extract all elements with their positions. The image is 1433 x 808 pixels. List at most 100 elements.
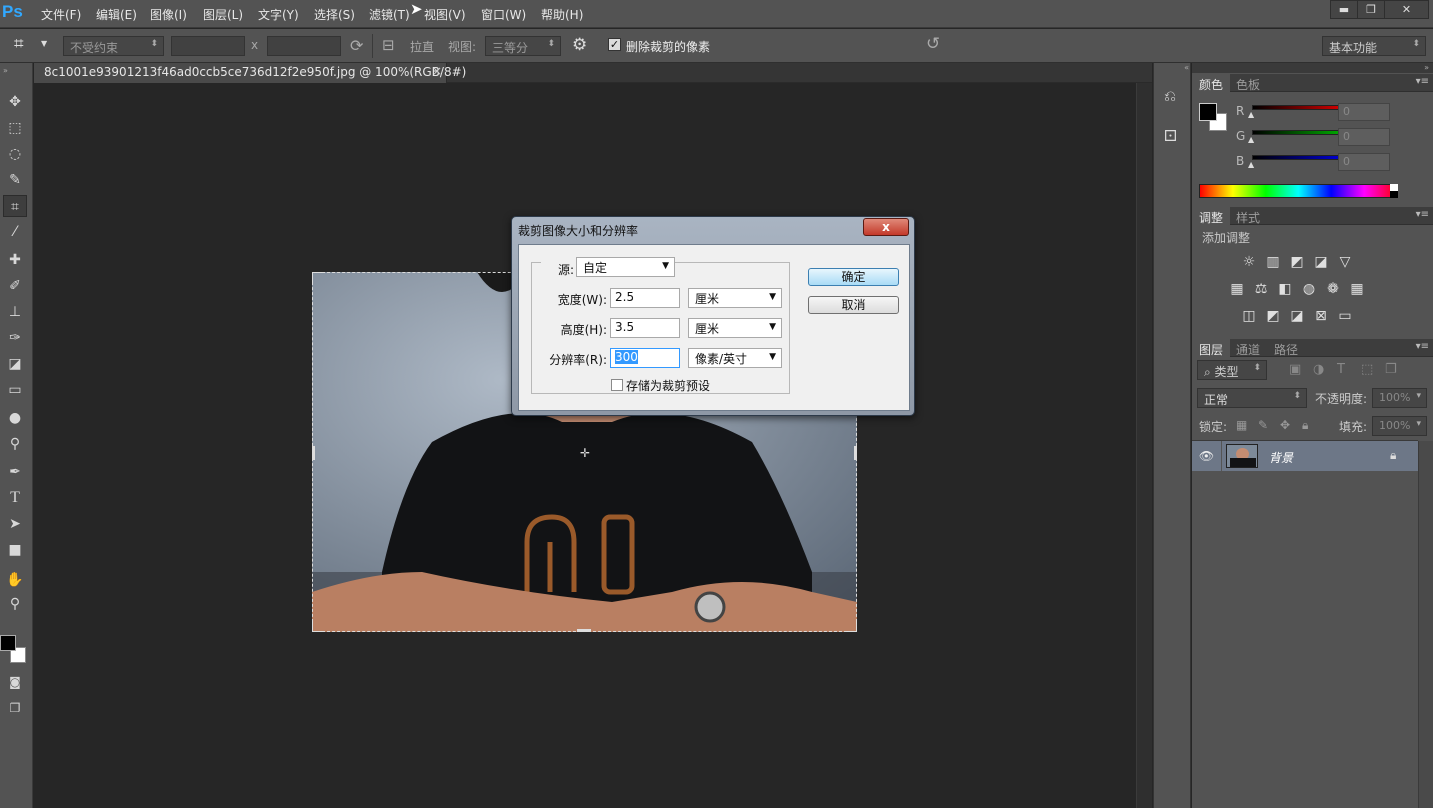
quick-mask-icon[interactable]: ◙ — [3, 671, 27, 693]
threshold-icon[interactable]: ◪ — [1287, 307, 1307, 325]
shape-tool-icon[interactable]: ■ — [3, 539, 27, 561]
quick-select-tool-icon[interactable]: ✎ — [3, 169, 27, 191]
crop-tool-icon[interactable]: ⌗ — [3, 195, 27, 217]
crop-handle-right[interactable] — [854, 446, 857, 460]
crop-handle-bottom-right[interactable] — [846, 621, 857, 632]
clone-stamp-icon[interactable]: ⊥ — [3, 301, 27, 323]
menu-type[interactable]: 文字(Y) — [258, 6, 299, 23]
vibrance-icon[interactable]: ▽ — [1335, 253, 1355, 271]
crop-handle-bottom[interactable] — [577, 629, 591, 632]
gradient-tool-icon[interactable]: ▭ — [3, 379, 27, 401]
selective-color-icon[interactable]: ⊠ — [1311, 307, 1331, 325]
menu-select[interactable]: 选择(S) — [314, 6, 355, 23]
color-lookup-icon[interactable]: ▦ — [1347, 280, 1367, 298]
lock-position-icon[interactable]: ✥ — [1280, 418, 1290, 432]
posterize-icon[interactable]: ◩ — [1263, 307, 1283, 325]
dodge-tool-icon[interactable]: ⚲ — [3, 433, 27, 455]
color-balance-icon[interactable]: ⚖ — [1251, 280, 1271, 298]
exposure-icon[interactable]: ◪ — [1311, 253, 1331, 271]
invert-icon[interactable]: ◫ — [1239, 307, 1259, 325]
move-tool-icon[interactable]: ✥ — [3, 91, 27, 113]
layers-scrollbar[interactable] — [1418, 441, 1433, 808]
tab-color[interactable]: 颜色 — [1192, 74, 1231, 92]
vertical-scrollbar[interactable] — [1136, 83, 1152, 808]
resolution-unit-select[interactable]: 像素/英寸 ▼ — [688, 348, 782, 368]
lock-all-icon[interactable]: 🔒︎ — [1302, 418, 1308, 433]
collapse-icon[interactable]: « — [1157, 63, 1189, 73]
eyedropper-tool-icon[interactable]: ⁄ — [3, 221, 27, 243]
cancel-button[interactable]: 取消 — [808, 296, 899, 314]
dialog-close-button[interactable]: x — [863, 218, 909, 236]
slider-thumb-icon[interactable]: ▲ — [1248, 110, 1254, 119]
height-input[interactable]: 3.5 — [610, 318, 680, 338]
save-preset-checkbox[interactable] — [611, 379, 623, 391]
eye-icon[interactable]: 👁︎ — [1192, 441, 1222, 471]
gear-icon[interactable]: ⚙ — [572, 35, 587, 55]
filter-type-icon[interactable]: T — [1337, 362, 1345, 377]
expand-icon[interactable]: » — [1424, 63, 1429, 72]
view-overlay-select[interactable]: 三等分 ⬍ — [485, 36, 561, 56]
menu-file[interactable]: 文件(F) — [41, 6, 81, 23]
blur-tool-icon[interactable]: ● — [3, 407, 27, 429]
properties-panel-icon[interactable]: ⚀ — [1164, 127, 1177, 145]
menu-edit[interactable]: 编辑(E) — [96, 6, 137, 23]
workspace-select[interactable]: 基本功能 ⬍ — [1322, 36, 1426, 56]
filter-pixel-icon[interactable]: ▣ — [1289, 362, 1301, 377]
screen-mode-icon[interactable]: ❐ — [3, 697, 27, 719]
tab-styles[interactable]: 样式 — [1229, 207, 1267, 225]
filter-adjustment-icon[interactable]: ◑ — [1313, 362, 1324, 377]
ratio-select[interactable]: 不受约束 ⬍ — [63, 36, 164, 56]
marquee-tool-icon[interactable]: ⬚ — [3, 117, 27, 139]
height-unit-select[interactable]: 厘米 ▼ — [688, 318, 782, 338]
channel-r-value[interactable]: 0 — [1338, 103, 1390, 121]
channel-mixer-icon[interactable]: ❁ — [1323, 280, 1343, 298]
eraser-tool-icon[interactable]: ◪ — [3, 353, 27, 375]
brush-tool-icon[interactable]: ✐ — [3, 275, 27, 297]
zoom-tool-icon[interactable]: ⚲ — [3, 593, 27, 615]
channel-b-value[interactable]: 0 — [1338, 153, 1390, 171]
type-tool-icon[interactable]: T — [3, 487, 27, 509]
hand-tool-icon[interactable]: ✋ — [3, 569, 27, 591]
panel-menu-icon[interactable]: ▾≡ — [1416, 76, 1429, 87]
fill-input[interactable]: 100% ▾ — [1372, 416, 1427, 436]
document-tab[interactable]: 8c1001e93901213f46ad0ccb5ce736d12f2e950f… — [34, 63, 466, 83]
menu-view[interactable]: 视图(V) — [424, 6, 466, 23]
opacity-input[interactable]: 100% ▾ — [1372, 388, 1427, 408]
reset-icon[interactable]: ↺ — [926, 34, 940, 54]
source-select[interactable]: 自定 ▼ — [576, 257, 675, 277]
tab-layers[interactable]: 图层 — [1192, 339, 1231, 357]
healing-brush-icon[interactable]: ✚ — [3, 249, 27, 271]
crop-handle-top-left[interactable] — [312, 272, 323, 283]
brightness-contrast-icon[interactable]: ☼ — [1239, 253, 1259, 271]
crop-handle-bottom-left[interactable] — [312, 621, 323, 632]
resolution-input[interactable]: 300 — [610, 348, 680, 368]
foreground-swatch[interactable] — [1199, 103, 1217, 121]
crop-height-input[interactable] — [267, 36, 341, 56]
layer-filter-select[interactable]: ⌕ 类型 ⬍ — [1197, 360, 1267, 380]
foreground-color-swatch-top[interactable] — [0, 635, 16, 651]
chevron-down-icon[interactable]: ▼ — [41, 39, 47, 48]
gradient-map-icon[interactable]: ▭ — [1335, 307, 1355, 325]
layer-row[interactable]: 👁︎ 背景 🔒︎ — [1192, 441, 1418, 471]
menu-image[interactable]: 图像(I) — [150, 6, 187, 23]
crop-tool-icon[interactable]: ⌗ — [14, 34, 24, 54]
width-input[interactable]: 2.5 — [610, 288, 680, 308]
swap-dimensions-icon[interactable]: ⟳ — [350, 36, 363, 55]
spectrum-black-chip[interactable] — [1390, 191, 1398, 198]
panel-menu-icon[interactable]: ▾≡ — [1416, 341, 1429, 352]
menu-help[interactable]: 帮助(H) — [541, 6, 583, 23]
minimize-button[interactable]: ▬ — [1330, 0, 1358, 19]
layer-name[interactable]: 背景 — [1269, 449, 1293, 466]
lock-transparent-icon[interactable]: ▦ — [1236, 418, 1247, 432]
menu-window[interactable]: 窗口(W) — [481, 6, 526, 23]
tab-swatches[interactable]: 色板 — [1229, 74, 1267, 92]
menu-filter[interactable]: 滤镜(T) — [369, 6, 410, 23]
restore-button[interactable]: ❐ — [1357, 0, 1385, 19]
delete-cropped-checkbox[interactable]: ✓ — [608, 38, 621, 51]
filter-shape-icon[interactable]: ⬚ — [1361, 362, 1373, 377]
path-select-icon[interactable]: ➤ — [3, 513, 27, 535]
close-window-button[interactable]: ✕ — [1384, 0, 1429, 19]
curves-icon[interactable]: ◩ — [1287, 253, 1307, 271]
crop-width-input[interactable] — [171, 36, 245, 56]
tab-paths[interactable]: 路径 — [1267, 339, 1305, 357]
